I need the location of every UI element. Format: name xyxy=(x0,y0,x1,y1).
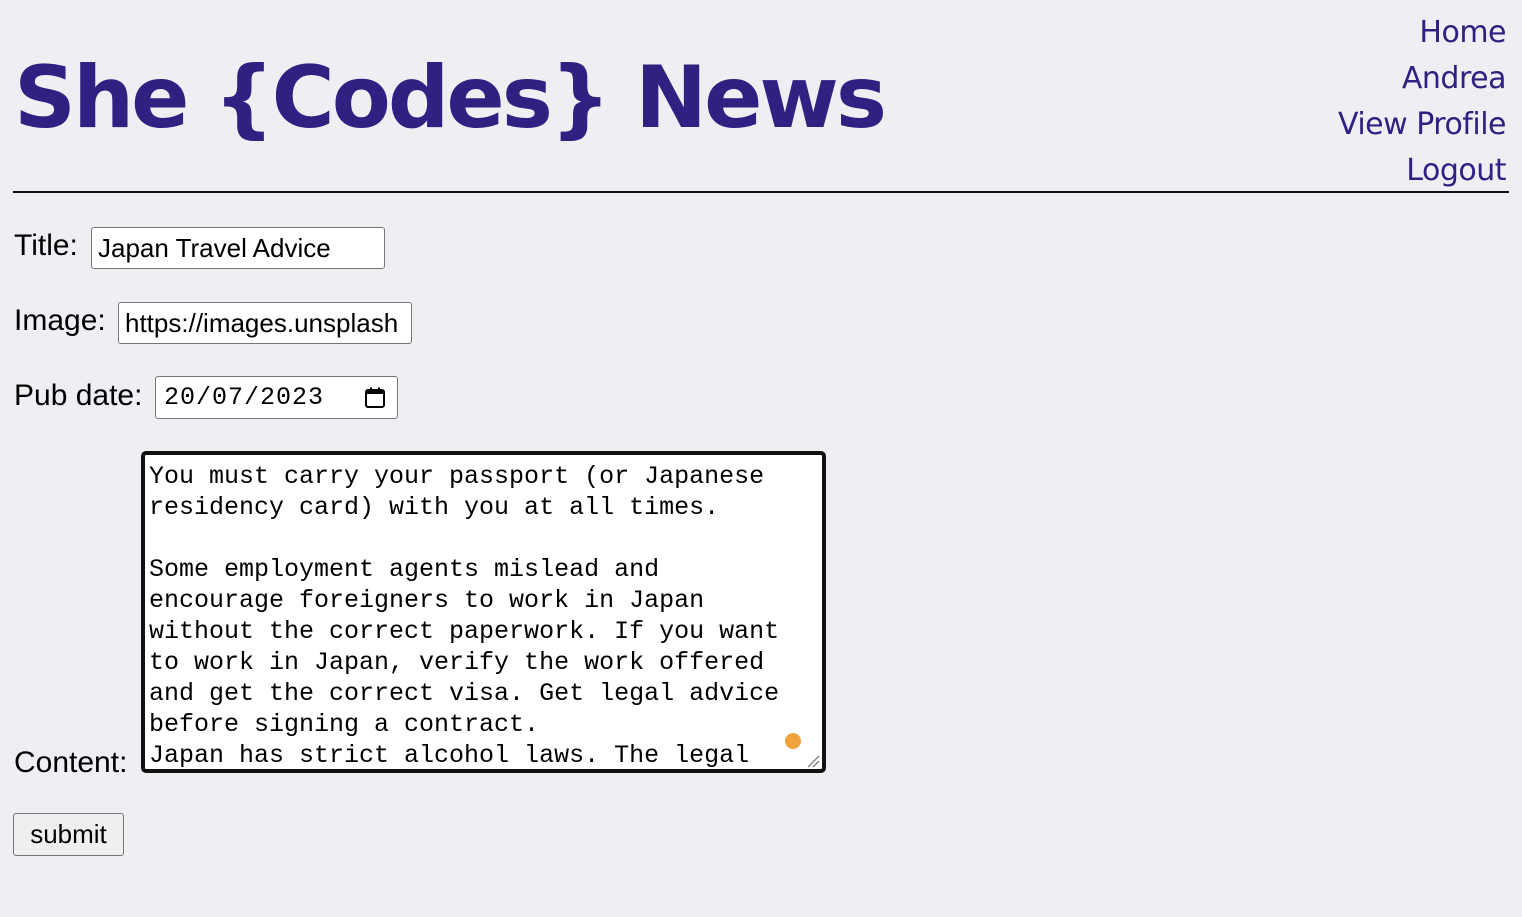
content-label: Content: xyxy=(14,746,128,779)
calendar-icon[interactable] xyxy=(363,386,387,410)
pub-date-label: Pub date: xyxy=(14,379,143,412)
status-dot xyxy=(785,733,801,749)
image-url-input[interactable] xyxy=(118,302,412,344)
nav-link-user[interactable]: Andrea xyxy=(1338,56,1507,102)
nav-link-logout[interactable]: Logout xyxy=(1338,148,1506,194)
header-divider xyxy=(13,191,1509,193)
site-title: She {Codes} News xyxy=(14,48,887,148)
image-label: Image: xyxy=(14,304,106,337)
pub-date-value: 20/07/2023 xyxy=(164,383,325,412)
title-label: Title: xyxy=(14,229,78,262)
resize-handle-icon[interactable] xyxy=(806,754,820,768)
top-nav: Home Andrea View Profile Logout xyxy=(1338,10,1507,194)
submit-button[interactable]: submit xyxy=(13,813,124,856)
content-text: You must carry your passport (or Japanes… xyxy=(149,462,780,770)
content-textarea[interactable]: You must carry your passport (or Japanes… xyxy=(141,451,826,773)
nav-link-home[interactable]: Home xyxy=(1338,10,1506,56)
nav-link-view-profile[interactable]: View Profile xyxy=(1338,102,1507,148)
title-input[interactable] xyxy=(91,227,385,269)
pub-date-input[interactable]: 20/07/2023 xyxy=(155,376,398,419)
